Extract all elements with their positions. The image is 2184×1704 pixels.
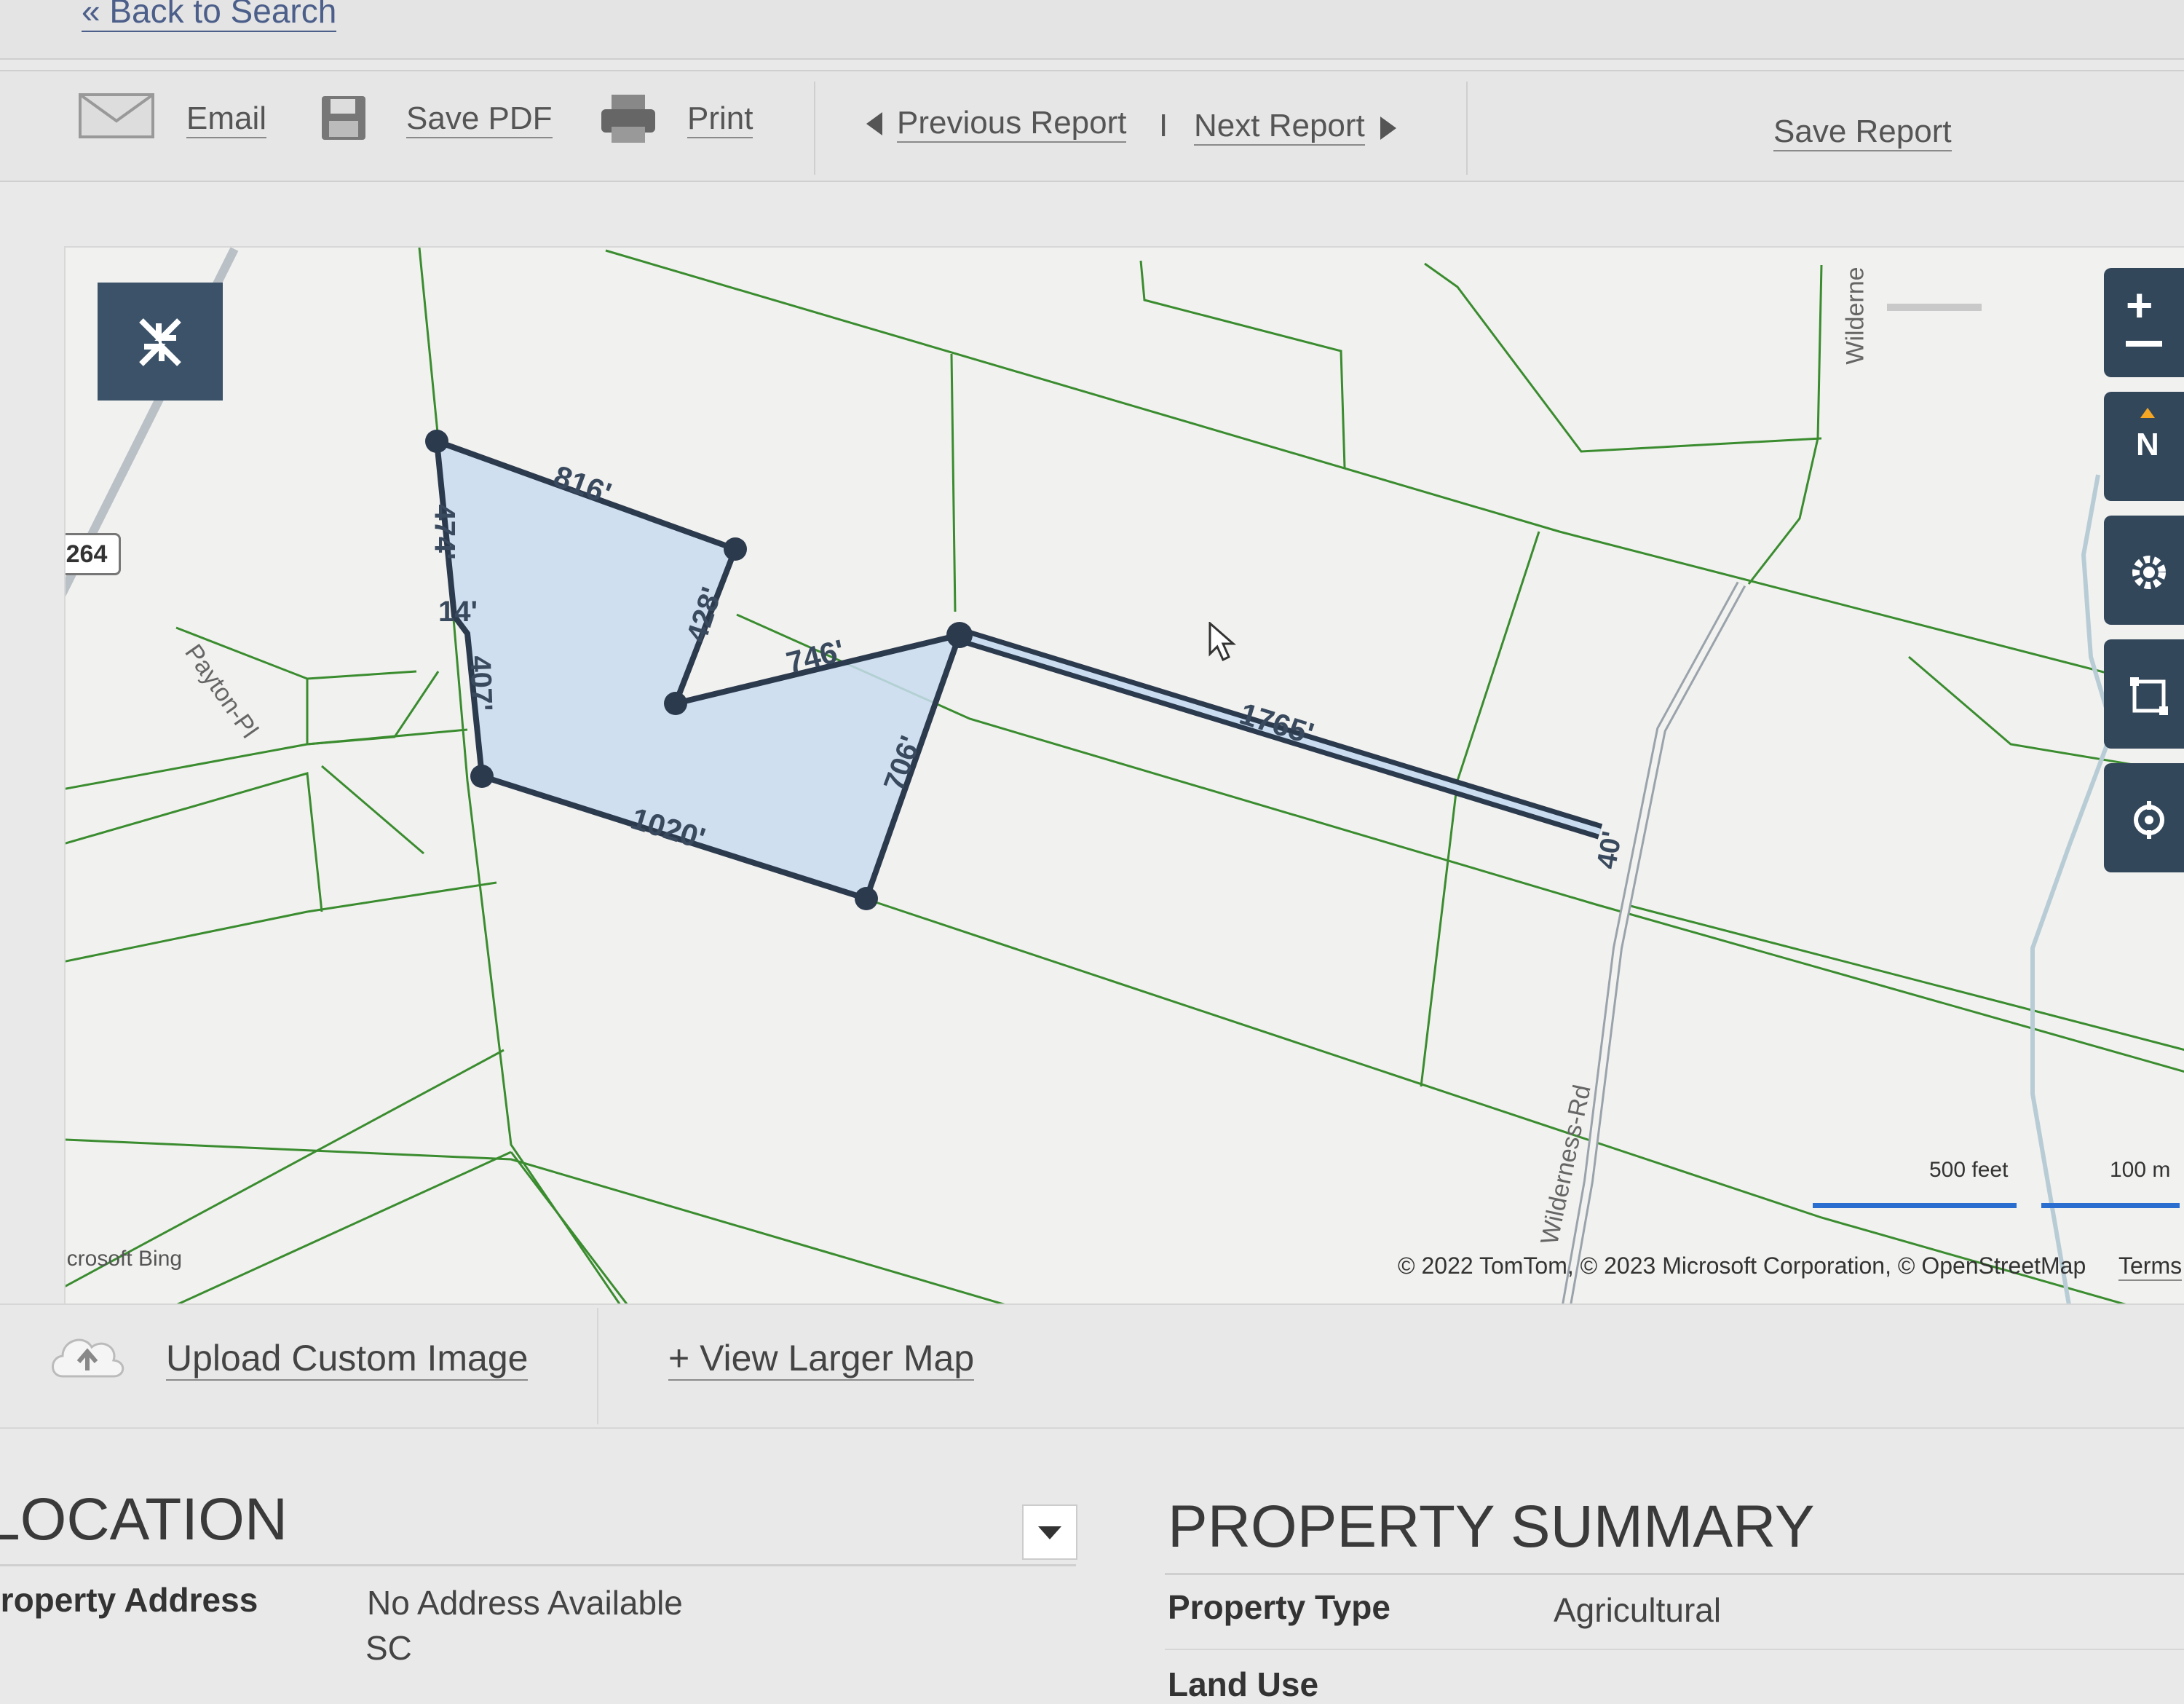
draw-rectangle-icon — [2130, 677, 2168, 715]
property-summary-title: PROPERTY SUMMARY — [1168, 1494, 1815, 1560]
cursor-icon — [1208, 622, 1236, 662]
nav-divider: I — [1159, 108, 1168, 143]
dim-label-strip-end: 40' — [1591, 829, 1629, 872]
email-button[interactable]: Email — [186, 100, 267, 138]
save-pdf-button[interactable]: Save PDF — [406, 100, 553, 138]
locate-control[interactable] — [2104, 763, 2184, 872]
actions-divider — [597, 1308, 598, 1424]
dim-label-left-lower: 407' — [464, 655, 498, 712]
street-label-wilderness-top: Wilderne — [1841, 267, 1870, 365]
summary-row-divider — [1165, 1649, 2184, 1650]
draw-rectangle-control[interactable] — [2104, 639, 2184, 749]
creek — [2030, 474, 2116, 1303]
scale-bar-feet — [1813, 1203, 2017, 1208]
chevron-down-icon — [1038, 1526, 1061, 1539]
zoom-out-icon[interactable] — [2126, 341, 2162, 347]
route-shield-264: 264 — [66, 533, 121, 575]
dim-label-left-upper: 474' — [428, 504, 461, 560]
save-pdf-icon[interactable] — [320, 95, 367, 141]
toolbar-divider — [1466, 82, 1468, 175]
compass-icon[interactable]: N — [2136, 427, 2159, 463]
settings-icon — [2132, 556, 2166, 589]
zoom-in-icon[interactable]: + — [2126, 278, 2153, 332]
map-copyright: © 2022 TomTom, © 2023 Microsoft Corporat… — [1398, 1253, 2086, 1279]
compass-control[interactable]: N — [2104, 392, 2184, 501]
location-title: LOCATION — [0, 1486, 288, 1553]
roads — [66, 248, 1982, 1303]
zoom-control[interactable]: + — [2104, 268, 2184, 377]
caret-left-icon — [866, 112, 882, 135]
map-terms-link[interactable]: Terms — [2118, 1253, 2183, 1281]
location-collapse-button[interactable] — [1022, 1504, 1077, 1560]
locate-icon — [2134, 801, 2164, 839]
next-report-link[interactable]: Next Report — [1194, 108, 1365, 146]
property-type-label: Property Type — [1168, 1588, 1390, 1626]
scale-label-m: 100 m — [2110, 1158, 2171, 1182]
save-report-button[interactable]: Save Report — [1773, 114, 1952, 151]
location-divider — [0, 1564, 1076, 1566]
toolbar-divider — [814, 82, 815, 175]
settings-control[interactable] — [2104, 516, 2184, 625]
collapse-map-button[interactable] — [98, 283, 223, 401]
property-address-line2: SC — [365, 1629, 412, 1667]
scale-bar-m — [2041, 1203, 2180, 1208]
land-use-label: Land Use — [1168, 1665, 1319, 1703]
compass-arrow-up — [2140, 408, 2155, 418]
caret-right-icon — [1380, 117, 1396, 140]
attribution-brand: Microsoft Bing — [66, 1247, 183, 1271]
scale-label-feet: 500 feet — [1929, 1158, 2009, 1182]
dim-label-jog: 14' — [438, 596, 478, 628]
email-icon[interactable] — [79, 93, 154, 138]
upload-cloud-icon[interactable] — [47, 1325, 128, 1391]
property-address-line1: No Address Available — [367, 1584, 683, 1622]
summary-divider — [1165, 1573, 2184, 1575]
upload-custom-image-button[interactable]: Upload Custom Image — [166, 1337, 529, 1381]
back-to-search-link[interactable]: « Back to Search — [82, 0, 337, 32]
property-address-label: Property Address — [0, 1581, 258, 1619]
previous-report-link[interactable]: Previous Report — [897, 105, 1127, 143]
view-larger-map-button[interactable]: + View Larger Map — [668, 1337, 975, 1381]
property-type-value: Agricultural — [1554, 1591, 1722, 1629]
lot-lines — [66, 248, 2184, 1303]
print-button[interactable]: Print — [687, 100, 753, 138]
print-icon[interactable] — [600, 93, 657, 144]
parcel-map[interactable]: 816' 474' 14' 407' 428' 746' 1020' 706' … — [64, 246, 2184, 1305]
collapse-icon — [139, 318, 181, 366]
